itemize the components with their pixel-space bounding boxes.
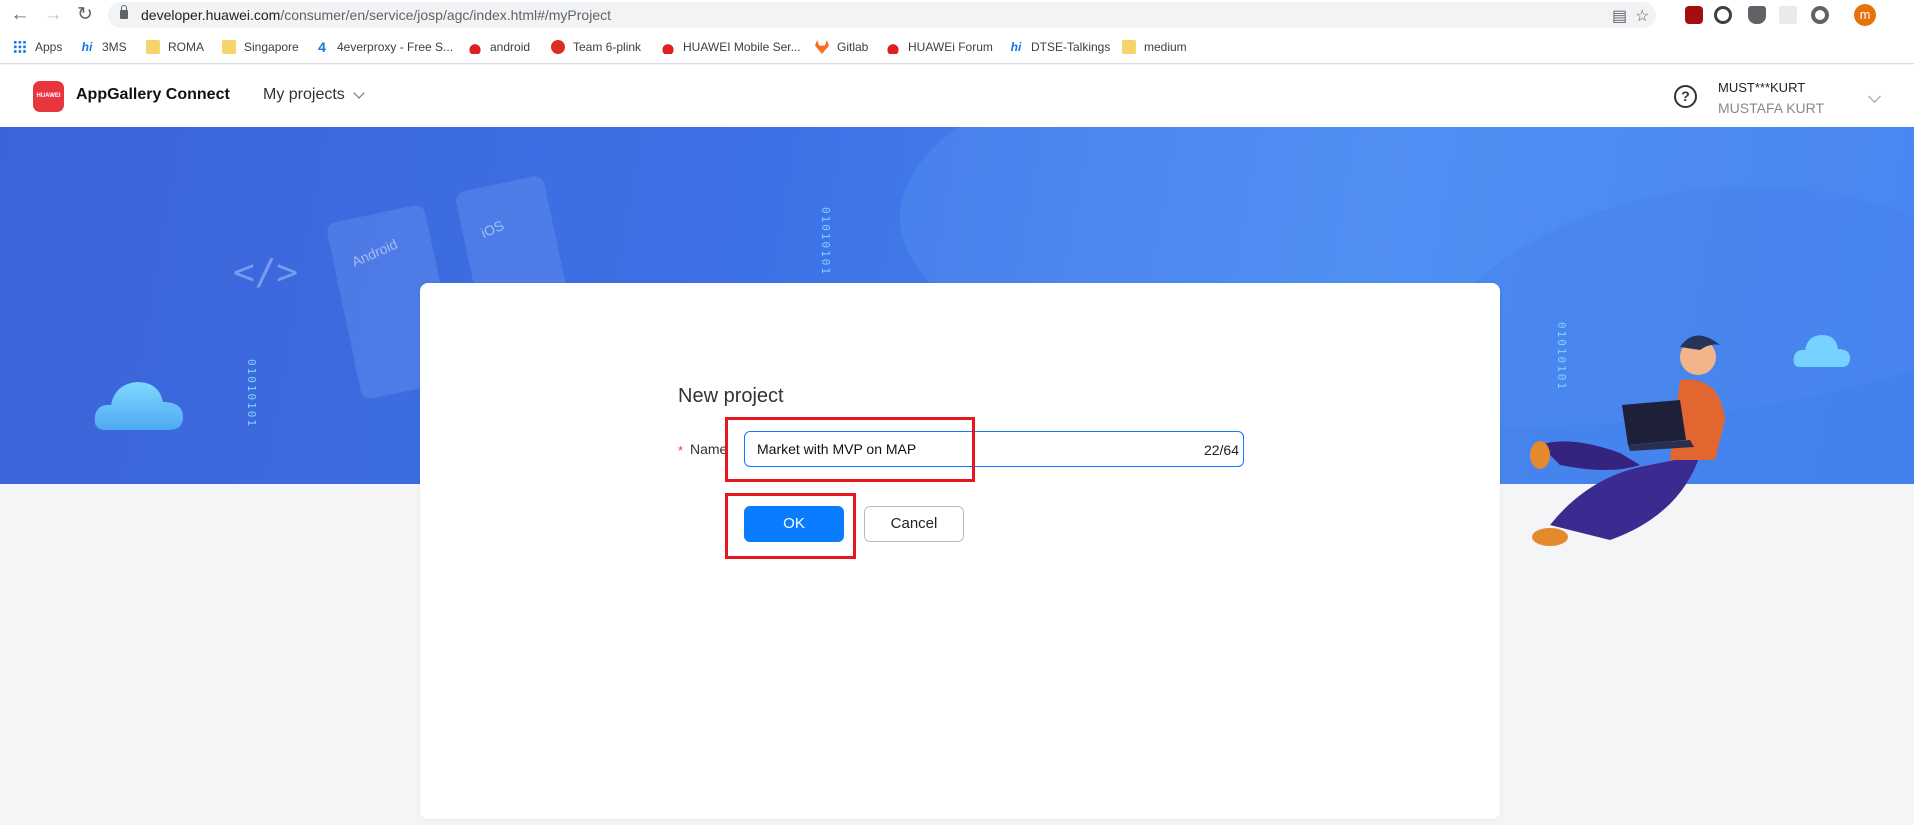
team-icon (551, 40, 565, 54)
back-icon[interactable]: ← (8, 3, 32, 27)
huawei-logo[interactable]: HUAWEI (33, 81, 64, 112)
bookmark-singapore[interactable]: Singapore (222, 39, 299, 55)
four-icon: 4 (318, 39, 326, 55)
bookmark-4everproxy[interactable]: 4 4everproxy - Free S... (315, 39, 453, 55)
binary-decoration: 01010101 (819, 207, 832, 276)
bookmark-roma[interactable]: ROMA (146, 39, 204, 55)
address-bar[interactable]: developer.huawei.com/consumer/en/service… (108, 2, 1656, 28)
user-full-name[interactable]: MUSTAFA KURT (1718, 100, 1824, 116)
cancel-button[interactable]: Cancel (864, 506, 964, 542)
gitlab-icon (815, 40, 829, 54)
extension-cup-icon[interactable] (1748, 6, 1766, 24)
character-counter: 22/64 (1203, 442, 1239, 458)
bookmark-team-6-plink[interactable]: Team 6-plink (551, 39, 641, 55)
app-header: HUAWEI AppGallery Connect My projects ? … (0, 65, 1914, 127)
reload-icon[interactable]: ↻ (73, 3, 97, 27)
user-account-masked[interactable]: MUST***KURT (1718, 80, 1805, 95)
bookmark-huawei-forum[interactable]: HUAWEi Forum (886, 39, 993, 55)
browser-toolbar: ← → ↻ developer.huawei.com/consumer/en/s… (0, 0, 1914, 30)
cloud-illustration (94, 382, 183, 430)
huawei-icon (468, 40, 482, 54)
forward-icon[interactable]: → (41, 3, 65, 27)
url-text: developer.huawei.com/consumer/en/service… (141, 7, 612, 23)
extension-shield-icon[interactable] (1685, 6, 1703, 24)
bookmark-apps[interactable]: Apps (13, 39, 62, 55)
extension-grid-icon[interactable] (1779, 6, 1797, 24)
chevron-down-icon (353, 87, 365, 99)
new-project-dialog: New project * Name Market with MVP on MA… (420, 283, 1500, 819)
required-marker: * (678, 443, 684, 458)
folder-icon (1122, 40, 1136, 54)
hi-icon: hi (81, 40, 93, 54)
folder-icon (146, 40, 160, 54)
hi-icon: hi (1010, 40, 1022, 54)
extension-e-icon[interactable] (1714, 6, 1732, 24)
binary-decoration: 01010101 (245, 359, 258, 428)
huawei-icon (886, 40, 900, 54)
bookmark-medium[interactable]: medium (1122, 39, 1187, 55)
bookmark-3ms[interactable]: hi 3MS (80, 39, 127, 55)
name-label: Name (690, 441, 728, 457)
bookmarks-bar: Apps hi 3MS ROMA Singapore 4 4everproxy - … (0, 30, 1914, 64)
bookmark-android[interactable]: android (468, 39, 530, 55)
bookmark-huawei-mobile[interactable]: HUAWEI Mobile Ser... (661, 39, 801, 55)
dialog-title: New project (678, 385, 784, 407)
help-icon[interactable]: ? (1674, 85, 1697, 108)
user-menu-chevron-icon[interactable] (1868, 90, 1881, 103)
translate-icon[interactable]: ▤ (1612, 6, 1627, 26)
highlight-box-ok (725, 493, 856, 559)
ios-card-label: iOS (478, 216, 507, 242)
my-projects-dropdown[interactable]: My projects (263, 86, 365, 104)
cloud-illustration (1793, 335, 1850, 367)
person-with-laptop-illustration (1530, 335, 1725, 546)
bookmark-star-icon[interactable]: ☆ (1635, 6, 1649, 26)
code-symbol-icon: </> (233, 252, 299, 293)
bookmark-dtse-talkings[interactable]: hi DTSE-Talkings (1009, 39, 1111, 55)
highlight-box-input (725, 417, 975, 482)
android-card-label: Android (349, 235, 400, 270)
brand-title[interactable]: AppGallery Connect (76, 86, 230, 104)
profile-avatar[interactable]: m (1854, 4, 1876, 26)
extension-circle-icon[interactable] (1811, 6, 1829, 24)
bookmark-gitlab[interactable]: Gitlab (815, 39, 868, 55)
apps-grid-icon (13, 40, 27, 54)
lock-icon (120, 5, 128, 19)
folder-icon (222, 40, 236, 54)
huawei-icon (661, 40, 675, 54)
my-projects-label: My projects (263, 86, 345, 103)
